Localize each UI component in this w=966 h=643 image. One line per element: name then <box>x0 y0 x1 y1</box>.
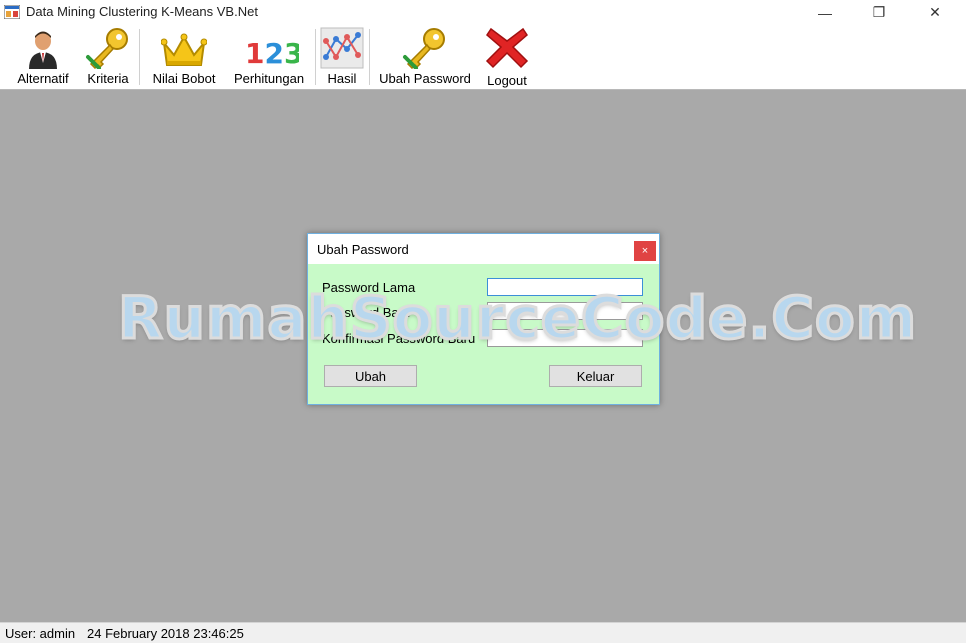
restore-icon: ❐ <box>872 4 886 20</box>
minimize-button[interactable]: — <box>802 0 848 25</box>
red-x-icon <box>485 27 529 69</box>
konfirmasi-password-input[interactable] <box>487 329 643 347</box>
toolbar-label: Ubah Password <box>379 71 471 86</box>
svg-text:123: 123 <box>245 37 299 69</box>
toolbar-label: Nilai Bobot <box>152 71 216 86</box>
close-icon: × <box>641 245 649 257</box>
ubah-button[interactable]: Ubah <box>324 365 417 387</box>
toolbar-hasil-button[interactable]: Hasil <box>320 25 364 89</box>
key-icon <box>403 28 445 69</box>
toolbar-separator <box>139 29 140 85</box>
toolbar-ubah-password-button[interactable]: Ubah Password <box>374 25 476 89</box>
dialog-close-button[interactable]: × <box>634 241 656 261</box>
window-close-button[interactable]: ✕ <box>912 0 958 25</box>
status-datetime: 24 February 2018 23:46:25 <box>87 626 244 641</box>
password-lama-label: Password Lama <box>322 280 416 295</box>
toolbar-label: Perhitungan <box>233 71 305 86</box>
status-user: User: admin <box>5 626 76 641</box>
toolbar-separator <box>369 29 370 85</box>
status-bar: User: admin 24 February 2018 23:46:25 <box>0 622 966 643</box>
keluar-button[interactable]: Keluar <box>549 365 642 387</box>
password-lama-input[interactable] <box>487 278 643 296</box>
toolbar-logout-button[interactable]: Logout <box>482 25 532 89</box>
crown-icon <box>161 33 207 66</box>
dialog-body: Password Lama Password Baru Konfirmasi P… <box>308 264 659 404</box>
minimize-icon: — <box>818 4 832 21</box>
window-title: Data Mining Clustering K-Means VB.Net <box>26 4 258 19</box>
toolbar-nilai-bobot-button[interactable]: Nilai Bobot <box>146 25 222 89</box>
konfirmasi-password-label: Konfirmasi Password Baru <box>322 331 476 346</box>
toolbar-alternatif-button[interactable]: Alternatif <box>10 25 76 89</box>
toolbar-label: Kriteria <box>87 71 129 86</box>
person-icon <box>29 31 57 69</box>
close-icon: ✕ <box>929 4 941 20</box>
toolbar-label: Hasil <box>327 71 357 86</box>
dialog-title-bar: Ubah Password × <box>308 234 659 264</box>
numbers-icon: 123 <box>245 37 299 69</box>
toolbar-label: Alternatif <box>17 71 69 86</box>
ubah-password-dialog: Ubah Password × Password Lama Password B… <box>307 233 660 405</box>
title-bar: Data Mining Clustering K-Means VB.Net — … <box>0 0 966 25</box>
dialog-title: Ubah Password <box>317 242 409 257</box>
network-chart-icon <box>320 27 364 69</box>
toolbar-label: Logout <box>487 73 527 88</box>
key-icon <box>86 28 128 69</box>
toolbar-perhitungan-button[interactable]: 123 Perhitungan <box>228 25 310 89</box>
password-baru-input[interactable] <box>487 302 643 320</box>
password-baru-label: Password Baru <box>322 305 411 320</box>
toolbar-separator <box>315 29 316 85</box>
restore-button[interactable]: ❐ <box>856 0 902 25</box>
toolbar-kriteria-button[interactable]: Kriteria <box>82 25 134 89</box>
toolbar: Alternatif Kriteria Nilai Bobot 123 Perh… <box>0 25 966 90</box>
app-icon <box>4 5 20 19</box>
